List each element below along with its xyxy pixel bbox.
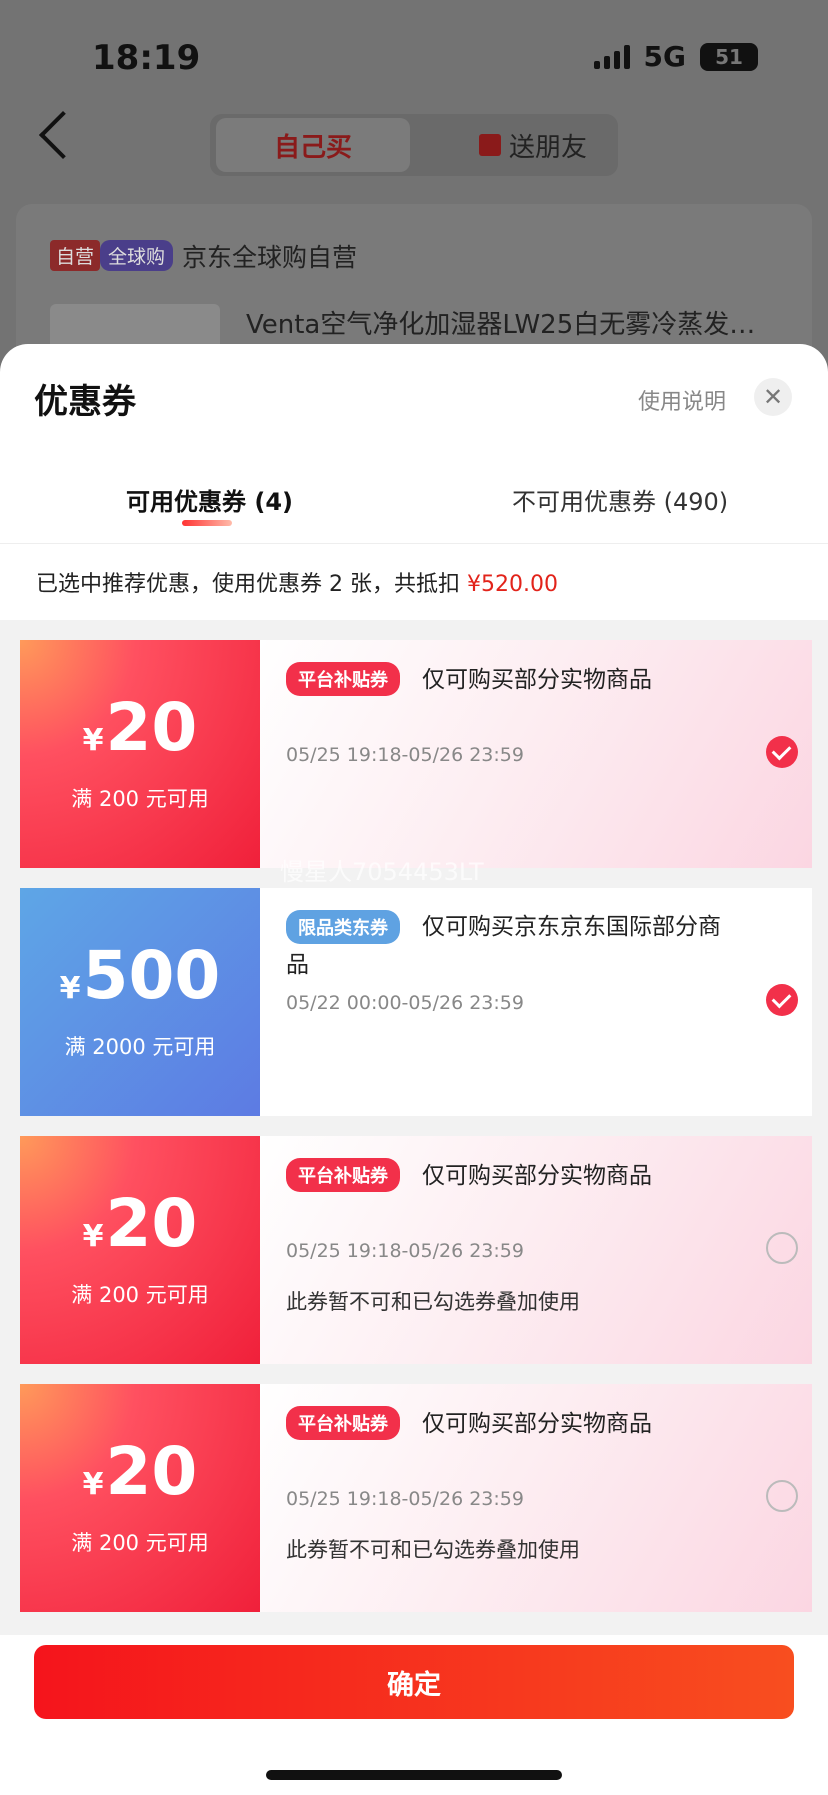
coupon-card[interactable]: ¥20 满 200 元可用 平台补贴券 仅可购买部分实物商品 05/25 19:… (20, 640, 812, 868)
tab-unavailable-coupons[interactable]: 不可用优惠券 (490) (512, 482, 728, 517)
currency-symbol: ¥ (82, 723, 104, 758)
coupon-value-panel: ¥20 满 200 元可用 (20, 640, 260, 868)
coupon-description: 仅可购买部分实物商品 (422, 667, 652, 693)
tab-gift-friend[interactable]: 送朋友 (448, 118, 618, 172)
coupon-condition: 满 200 元可用 (71, 1531, 209, 1555)
currency-symbol: ¥ (82, 1467, 104, 1502)
coupon-info-panel: 平台补贴券 仅可购买部分实物商品 05/25 19:18-05/26 23:59… (260, 1136, 812, 1364)
tab-gift-label: 送朋友 (508, 132, 587, 163)
selected-check-icon[interactable] (766, 984, 798, 1016)
tab-self-buy[interactable]: 自己买 (216, 118, 410, 172)
coupon-amount: 20 (105, 1433, 198, 1510)
serrated-edge (20, 888, 24, 1116)
coupon-info-panel: 平台补贴券 仅可购买部分实物商品 05/25 19:18-05/26 23:59 (260, 640, 812, 868)
usage-instructions-link[interactable]: 使用说明 (638, 384, 726, 416)
coupon-amount: 500 (82, 937, 221, 1014)
close-icon[interactable]: ✕ (754, 378, 792, 416)
coupon-description: 仅可购买部分实物商品 (422, 1163, 652, 1189)
coupon-description: 仅可购买京东京东国际部分商品 (286, 914, 721, 978)
coupon-value-panel: ¥500 满 2000 元可用 (20, 888, 260, 1116)
unselected-check-icon[interactable] (766, 1480, 798, 1512)
coupon-condition: 满 200 元可用 (71, 787, 209, 811)
coupon-info-panel: 平台补贴券 仅可购买部分实物商品 05/25 19:18-05/26 23:59… (260, 1384, 812, 1612)
coupon-value-panel: ¥20 满 200 元可用 (20, 1136, 260, 1364)
coupon-condition: 满 2000 元可用 (64, 1035, 216, 1059)
coupon-validity: 05/25 19:18-05/26 23:59 (286, 744, 524, 766)
gift-icon (478, 134, 501, 156)
coupon-description: 仅可购买部分实物商品 (422, 1411, 652, 1437)
serrated-edge (20, 640, 24, 868)
coupon-validity: 05/25 19:18-05/26 23:59 (286, 1488, 524, 1510)
coupon-validity: 05/22 00:00-05/26 23:59 (286, 992, 524, 1014)
serrated-edge (20, 1384, 24, 1612)
coupon-info-panel: 限品类东券 仅可购买京东京东国际部分商品 05/22 00:00-05/26 2… (260, 888, 812, 1116)
coupon-amount: 20 (105, 1185, 198, 1262)
coupon-conflict-note: 此券暂不可和已勾选券叠加使用 (286, 1290, 580, 1314)
store-name: 京东全球购自营 (182, 243, 358, 272)
selected-check-icon[interactable] (766, 736, 798, 768)
confirm-button[interactable]: 确定 (34, 1645, 794, 1719)
selection-summary: 已选中推荐优惠，使用优惠券 2 张，共抵扣 ¥520.00 (36, 566, 558, 598)
coupon-card[interactable]: ¥20 满 200 元可用 平台补贴券 仅可购买部分实物商品 05/25 19:… (20, 1136, 812, 1364)
global-purchase-tag: 全球购 (100, 240, 174, 271)
summary-amount: ¥520.00 (466, 572, 558, 597)
sheet-title: 优惠券 (34, 382, 136, 422)
unselected-check-icon[interactable] (766, 1232, 798, 1264)
summary-text: 已选中推荐优惠，使用优惠券 2 张，共抵扣 (36, 572, 467, 597)
self-operated-tag: 自营 (50, 240, 101, 271)
watermark: 慢星人7054453LT (280, 858, 484, 886)
active-tab-indicator (182, 520, 232, 526)
currency-symbol: ¥ (59, 971, 81, 1006)
coupon-amount: 20 (105, 689, 198, 766)
home-indicator (266, 1770, 562, 1780)
currency-symbol: ¥ (82, 1219, 104, 1254)
signal-icon (593, 44, 630, 69)
serrated-edge (20, 1136, 24, 1364)
status-time: 18:19 (92, 38, 201, 78)
coupon-type-badge: 平台补贴券 (286, 1406, 400, 1440)
battery-level: 51 (715, 44, 743, 69)
tab-available-coupons[interactable]: 可用优惠券 (4) (126, 482, 293, 517)
back-icon[interactable] (38, 110, 88, 160)
product-name: Venta空气净化加湿器LW25白无雾冷蒸发式… (246, 310, 766, 340)
status-indicators: 5G 51 (593, 40, 758, 73)
coupon-card[interactable]: ¥20 满 200 元可用 平台补贴券 仅可购买部分实物商品 05/25 19:… (20, 1384, 812, 1612)
coupon-card[interactable]: ¥500 满 2000 元可用 限品类东券 仅可购买京东京东国际部分商品 05/… (20, 888, 812, 1116)
divider (0, 543, 828, 544)
coupon-conflict-note: 此券暂不可和已勾选券叠加使用 (286, 1538, 580, 1562)
coupon-validity: 05/25 19:18-05/26 23:59 (286, 1240, 524, 1262)
coupon-condition: 满 200 元可用 (71, 1283, 209, 1307)
coupon-type-badge: 平台补贴券 (286, 662, 400, 696)
coupon-type-badge: 平台补贴券 (286, 1158, 400, 1192)
battery-icon: 51 (700, 42, 758, 71)
coupon-value-panel: ¥20 满 200 元可用 (20, 1384, 260, 1612)
network-label: 5G (643, 40, 686, 73)
